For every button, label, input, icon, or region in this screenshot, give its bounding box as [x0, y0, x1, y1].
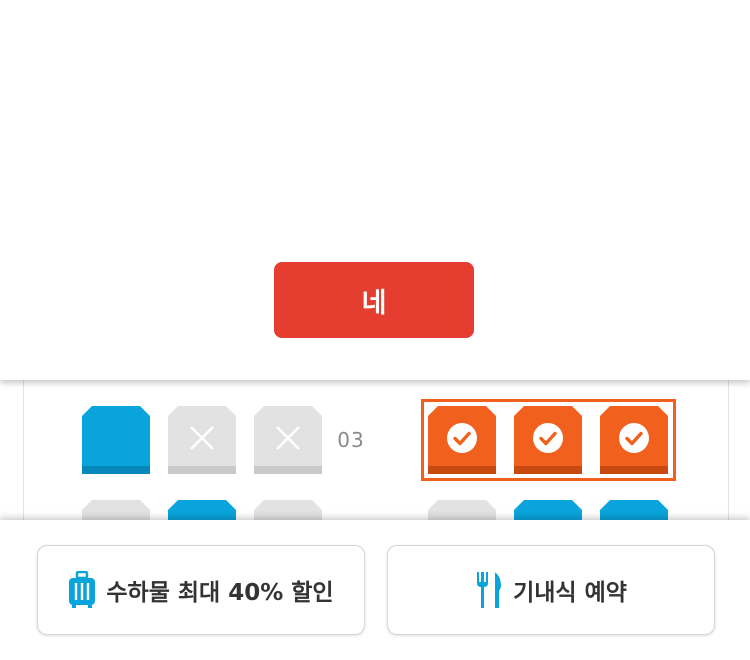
row-number: 03	[337, 428, 365, 452]
fork-knife-icon	[475, 571, 503, 609]
check-icon	[533, 423, 563, 453]
baggage-discount-label: 수하물 최대 40% 할인	[106, 580, 334, 606]
seat-03-b	[168, 406, 236, 474]
seat-03-a[interactable]	[82, 406, 150, 474]
meal-reservation-label: 기내식 예약	[513, 580, 627, 606]
seat-03-f[interactable]	[600, 406, 668, 474]
x-icon	[276, 426, 300, 450]
luggage-icon	[68, 571, 96, 609]
seat-03-c	[254, 406, 322, 474]
seat-03-d[interactable]	[428, 406, 496, 474]
baggage-discount-button[interactable]: 수하물 최대 40% 할인	[37, 545, 365, 635]
meal-reservation-button[interactable]: 기내식 예약	[387, 545, 715, 635]
bottom-action-bar: 수하물 최대 40% 할인 기내식 예약	[0, 520, 750, 660]
confirm-dialog: 네	[0, 0, 750, 380]
seat-03-e[interactable]	[514, 406, 582, 474]
confirm-button[interactable]: 네	[274, 262, 474, 338]
check-icon	[447, 423, 477, 453]
x-icon	[190, 426, 214, 450]
check-icon	[619, 423, 649, 453]
